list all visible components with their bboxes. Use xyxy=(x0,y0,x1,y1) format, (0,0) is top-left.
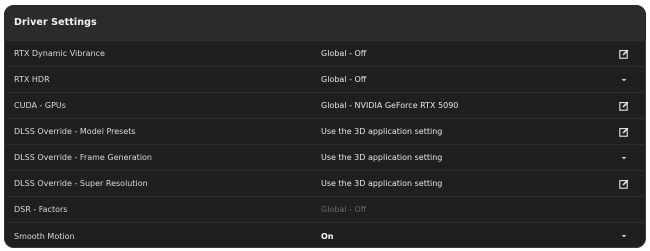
chevron-down-icon[interactable] xyxy=(618,230,630,242)
driver-settings-panel: Driver Settings RTX Dynamic Vibrance Glob… xyxy=(4,5,646,248)
edit-icon[interactable] xyxy=(618,126,630,138)
setting-label: RTX HDR xyxy=(14,75,50,84)
setting-value[interactable]: Global - Off xyxy=(321,75,366,84)
setting-label: DLSS Override - Model Presets xyxy=(14,127,136,136)
setting-value[interactable]: On xyxy=(321,232,334,241)
setting-label: Smooth Motion xyxy=(14,231,75,241)
setting-value[interactable]: Global - NVIDIA GeForce RTX 5090 xyxy=(321,101,458,110)
edit-icon[interactable] xyxy=(618,48,630,60)
panel-title: Driver Settings xyxy=(14,17,97,28)
setting-label: CUDA - GPUs xyxy=(14,101,66,110)
settings-list: RTX Dynamic Vibrance Global - Off RTX HDR G… xyxy=(4,41,646,248)
setting-row-rtx-dynamic-vibrance[interactable]: RTX Dynamic Vibrance Global - Off xyxy=(4,41,646,67)
setting-value: Global - Off xyxy=(321,205,367,214)
chevron-down-icon[interactable] xyxy=(618,74,630,86)
setting-row-dlss-override-model-presets[interactable]: DLSS Override - Model Presets Use the 3D … xyxy=(4,119,646,145)
setting-row-dlss-override-super-resolution[interactable]: DLSS Override - Super Resolution Use the … xyxy=(4,171,646,197)
chevron-down-icon[interactable] xyxy=(618,152,630,164)
setting-row-dsr-factors[interactable]: DSR - Factors Global - Off xyxy=(4,197,646,223)
setting-value[interactable]: Use the 3D application setting xyxy=(321,179,442,188)
setting-row-cuda-gpus[interactable]: CUDA - GPUs Global - NVIDIA GeForce RTX 5… xyxy=(4,93,646,119)
setting-value[interactable]: Global - Off xyxy=(321,49,366,58)
setting-label: DLSS Override - Super Resolution xyxy=(14,179,148,188)
setting-row-smooth-motion[interactable]: Smooth Motion On xyxy=(4,223,646,248)
setting-label: RTX Dynamic Vibrance xyxy=(14,49,105,58)
panel-header: Driver Settings xyxy=(4,5,646,41)
setting-label: DSR - Factors xyxy=(14,205,68,214)
setting-row-dlss-override-frame-generation[interactable]: DLSS Override - Frame Generation Use the … xyxy=(4,145,646,171)
edit-icon[interactable] xyxy=(618,100,630,112)
setting-value[interactable]: Use the 3D application setting xyxy=(321,127,442,136)
setting-row-rtx-hdr[interactable]: RTX HDR Global - Off xyxy=(4,67,646,93)
setting-value[interactable]: Use the 3D application setting xyxy=(321,153,442,162)
edit-icon[interactable] xyxy=(618,178,630,190)
setting-label: DLSS Override - Frame Generation xyxy=(14,153,152,162)
